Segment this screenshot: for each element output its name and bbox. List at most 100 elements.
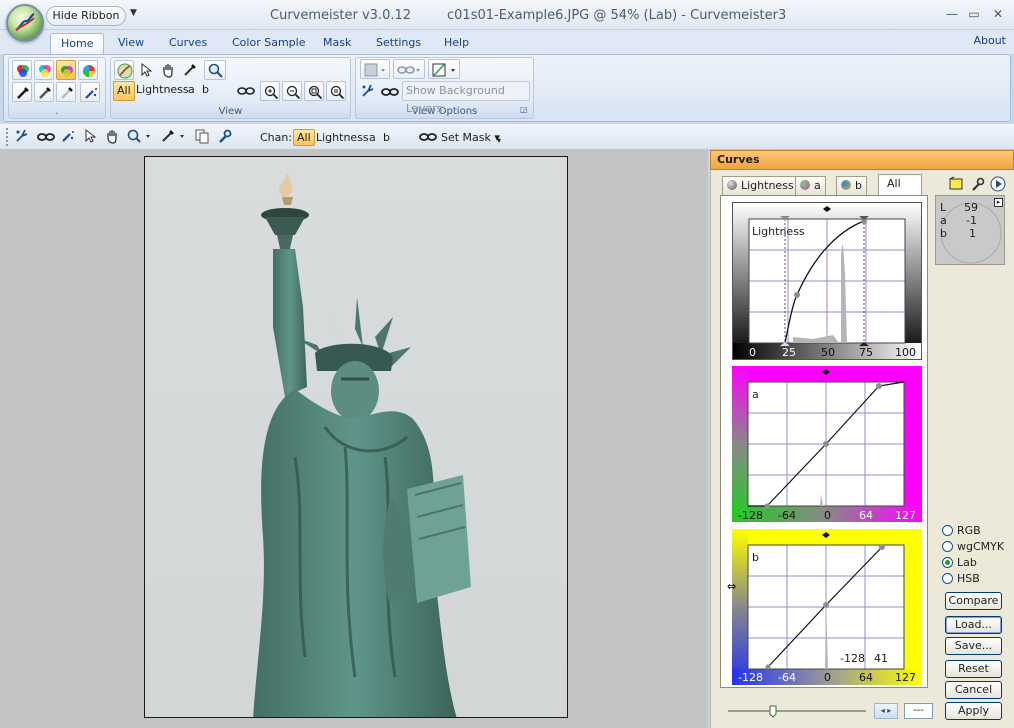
show-bg-mask-icon[interactable] — [380, 85, 400, 99]
toolbar-grip[interactable] — [6, 128, 9, 146]
tab-settings[interactable]: Settings — [366, 33, 431, 54]
tab-label: All — [887, 177, 901, 190]
tab-label: Lightness — [741, 179, 794, 192]
curves-tab-a[interactable]: a — [795, 176, 826, 195]
chan-b[interactable]: b — [383, 129, 390, 146]
about-link[interactable]: About — [973, 34, 1006, 47]
wrench-icon[interactable] — [216, 128, 234, 146]
toolbar-overflow-icon[interactable]: ▾ — [497, 136, 501, 145]
gray-eyedropper-button[interactable] — [34, 82, 54, 102]
magic-eyedropper-icon[interactable] — [60, 128, 78, 146]
tab-color-sample[interactable]: Color Sample — [222, 33, 315, 54]
a-curve-graph[interactable] — [732, 366, 922, 524]
view-chan-a[interactable]: a — [185, 81, 198, 101]
curvemeister-logo-icon — [15, 13, 35, 31]
zoom-actual-button[interactable] — [326, 81, 346, 101]
curves-tab-b[interactable]: b — [836, 176, 867, 195]
chan-lightness[interactable]: Lightness — [316, 129, 369, 146]
mode-lab-radio[interactable]: Lab — [942, 556, 977, 570]
image-canvas[interactable] — [144, 156, 568, 718]
app-orb-button[interactable] — [6, 4, 44, 42]
blend-tool-icon[interactable] — [14, 128, 32, 146]
lab-circles-button[interactable] — [56, 60, 76, 80]
b-curve-graph[interactable] — [732, 529, 922, 687]
auto-eyedropper-button[interactable] — [80, 82, 100, 102]
zoom-fit-button[interactable] — [304, 81, 324, 101]
cancel-button[interactable]: Cancel — [945, 681, 1002, 699]
magic-eyedropper-icon — [85, 88, 97, 99]
apply-button[interactable]: Apply — [945, 702, 1002, 720]
tab-home[interactable]: Home — [50, 33, 105, 54]
slider-value-field[interactable]: --- — [904, 703, 933, 719]
save-button[interactable]: Save... — [945, 637, 1002, 655]
compare-button[interactable]: Compare — [945, 592, 1002, 610]
pointer-tool-icon[interactable] — [138, 62, 156, 80]
zoom-out-button[interactable] — [282, 81, 302, 101]
hand-tool-icon[interactable] — [104, 128, 122, 146]
mode-rgb-radio[interactable]: RGB — [942, 524, 981, 538]
slider-step-arrows-icon[interactable]: ◂ ▸ — [874, 703, 898, 719]
chan-all[interactable]: All — [293, 129, 315, 146]
view-chan-all[interactable]: All — [113, 81, 135, 101]
minimize-button[interactable]: — — [944, 6, 960, 22]
mode-hsb-radio[interactable]: HSB — [942, 572, 980, 586]
curves-tab-lightness[interactable]: Lightness — [722, 176, 799, 195]
close-button[interactable]: ✕ — [990, 6, 1006, 22]
rgb-circles-icon — [17, 65, 29, 77]
mode-wgcmyk-radio[interactable]: wgCMYK — [942, 540, 1004, 554]
play-icon[interactable] — [990, 176, 1006, 192]
quick-access-dropdown-icon[interactable]: ▼ — [130, 8, 137, 18]
curves-tab-all[interactable]: All — [878, 174, 922, 195]
view-chan-b[interactable]: b — [199, 81, 212, 101]
zoom-dropdown[interactable] — [126, 128, 154, 146]
readout-a-value: -1 — [966, 214, 977, 227]
load-button[interactable]: Load... — [945, 616, 1002, 634]
tab-curves[interactable]: Curves — [159, 33, 217, 54]
set-mask-dropdown[interactable]: Set Mask ▾ — [441, 129, 500, 146]
sample-point-icon[interactable] — [948, 176, 964, 192]
chan-a[interactable]: a — [369, 129, 376, 146]
curvemeister-button[interactable] — [114, 60, 134, 80]
zoom-tool-button[interactable] — [204, 60, 226, 80]
hand-tool-icon[interactable] — [160, 62, 178, 80]
show-background-layers-button[interactable]: Show Background Layers — [402, 81, 530, 115]
black-eyedropper-button[interactable] — [12, 82, 32, 102]
reset-button[interactable]: Reset — [945, 660, 1002, 678]
tab-help[interactable]: Help — [434, 33, 479, 54]
copy-icon[interactable] — [194, 128, 212, 146]
radio-label: HSB — [957, 572, 980, 585]
zoom-in-button[interactable] — [260, 81, 280, 101]
expand-readout-icon[interactable]: ▸ — [994, 198, 1003, 207]
hide-ribbon-button[interactable]: Hide Ribbon — [46, 6, 126, 26]
rgb-circles-button[interactable] — [12, 60, 32, 80]
resize-arrows-icon[interactable]: ⇔ — [727, 580, 736, 593]
group-tools-label: . — [55, 106, 59, 117]
tab-mask[interactable]: Mask — [313, 33, 361, 54]
b-tick: 64 — [859, 671, 873, 684]
mask-display-dropdown[interactable] — [393, 59, 425, 79]
group-launcher-icon[interactable]: ◲ — [520, 105, 528, 114]
mask-view-icon[interactable] — [236, 84, 256, 98]
eyedropper-dropdown[interactable] — [160, 128, 188, 146]
cmy-circles-button[interactable] — [34, 60, 54, 80]
mask-icon[interactable] — [36, 130, 56, 144]
curve-slider[interactable] — [724, 702, 870, 720]
tab-view[interactable]: View — [108, 33, 154, 54]
eyedropper-tool-icon[interactable] — [182, 62, 200, 80]
zoom-fit-icon — [308, 85, 323, 100]
white-eyedropper-button[interactable] — [56, 82, 76, 102]
document-title: c01s01-Example6.JPG @ 54% (Lab) - Curvem… — [447, 8, 787, 23]
radio-label: RGB — [957, 524, 981, 537]
view-chan-lightness[interactable]: Lightness — [133, 81, 192, 101]
group-view-label: View — [218, 106, 243, 117]
blend-tool-icon[interactable] — [360, 83, 378, 101]
pointer-tool-icon[interactable] — [82, 128, 100, 146]
a-tick: 127 — [895, 509, 916, 522]
wrench-icon[interactable] — [969, 176, 985, 192]
maximize-button[interactable]: ▭ — [966, 6, 982, 22]
group-view-options-label: View Options — [411, 106, 478, 117]
curves-panel-title: Curves — [710, 150, 1014, 170]
background-color-dropdown[interactable] — [360, 59, 390, 79]
color-wheel-button[interactable] — [78, 60, 98, 80]
curve-display-dropdown[interactable] — [428, 59, 460, 79]
